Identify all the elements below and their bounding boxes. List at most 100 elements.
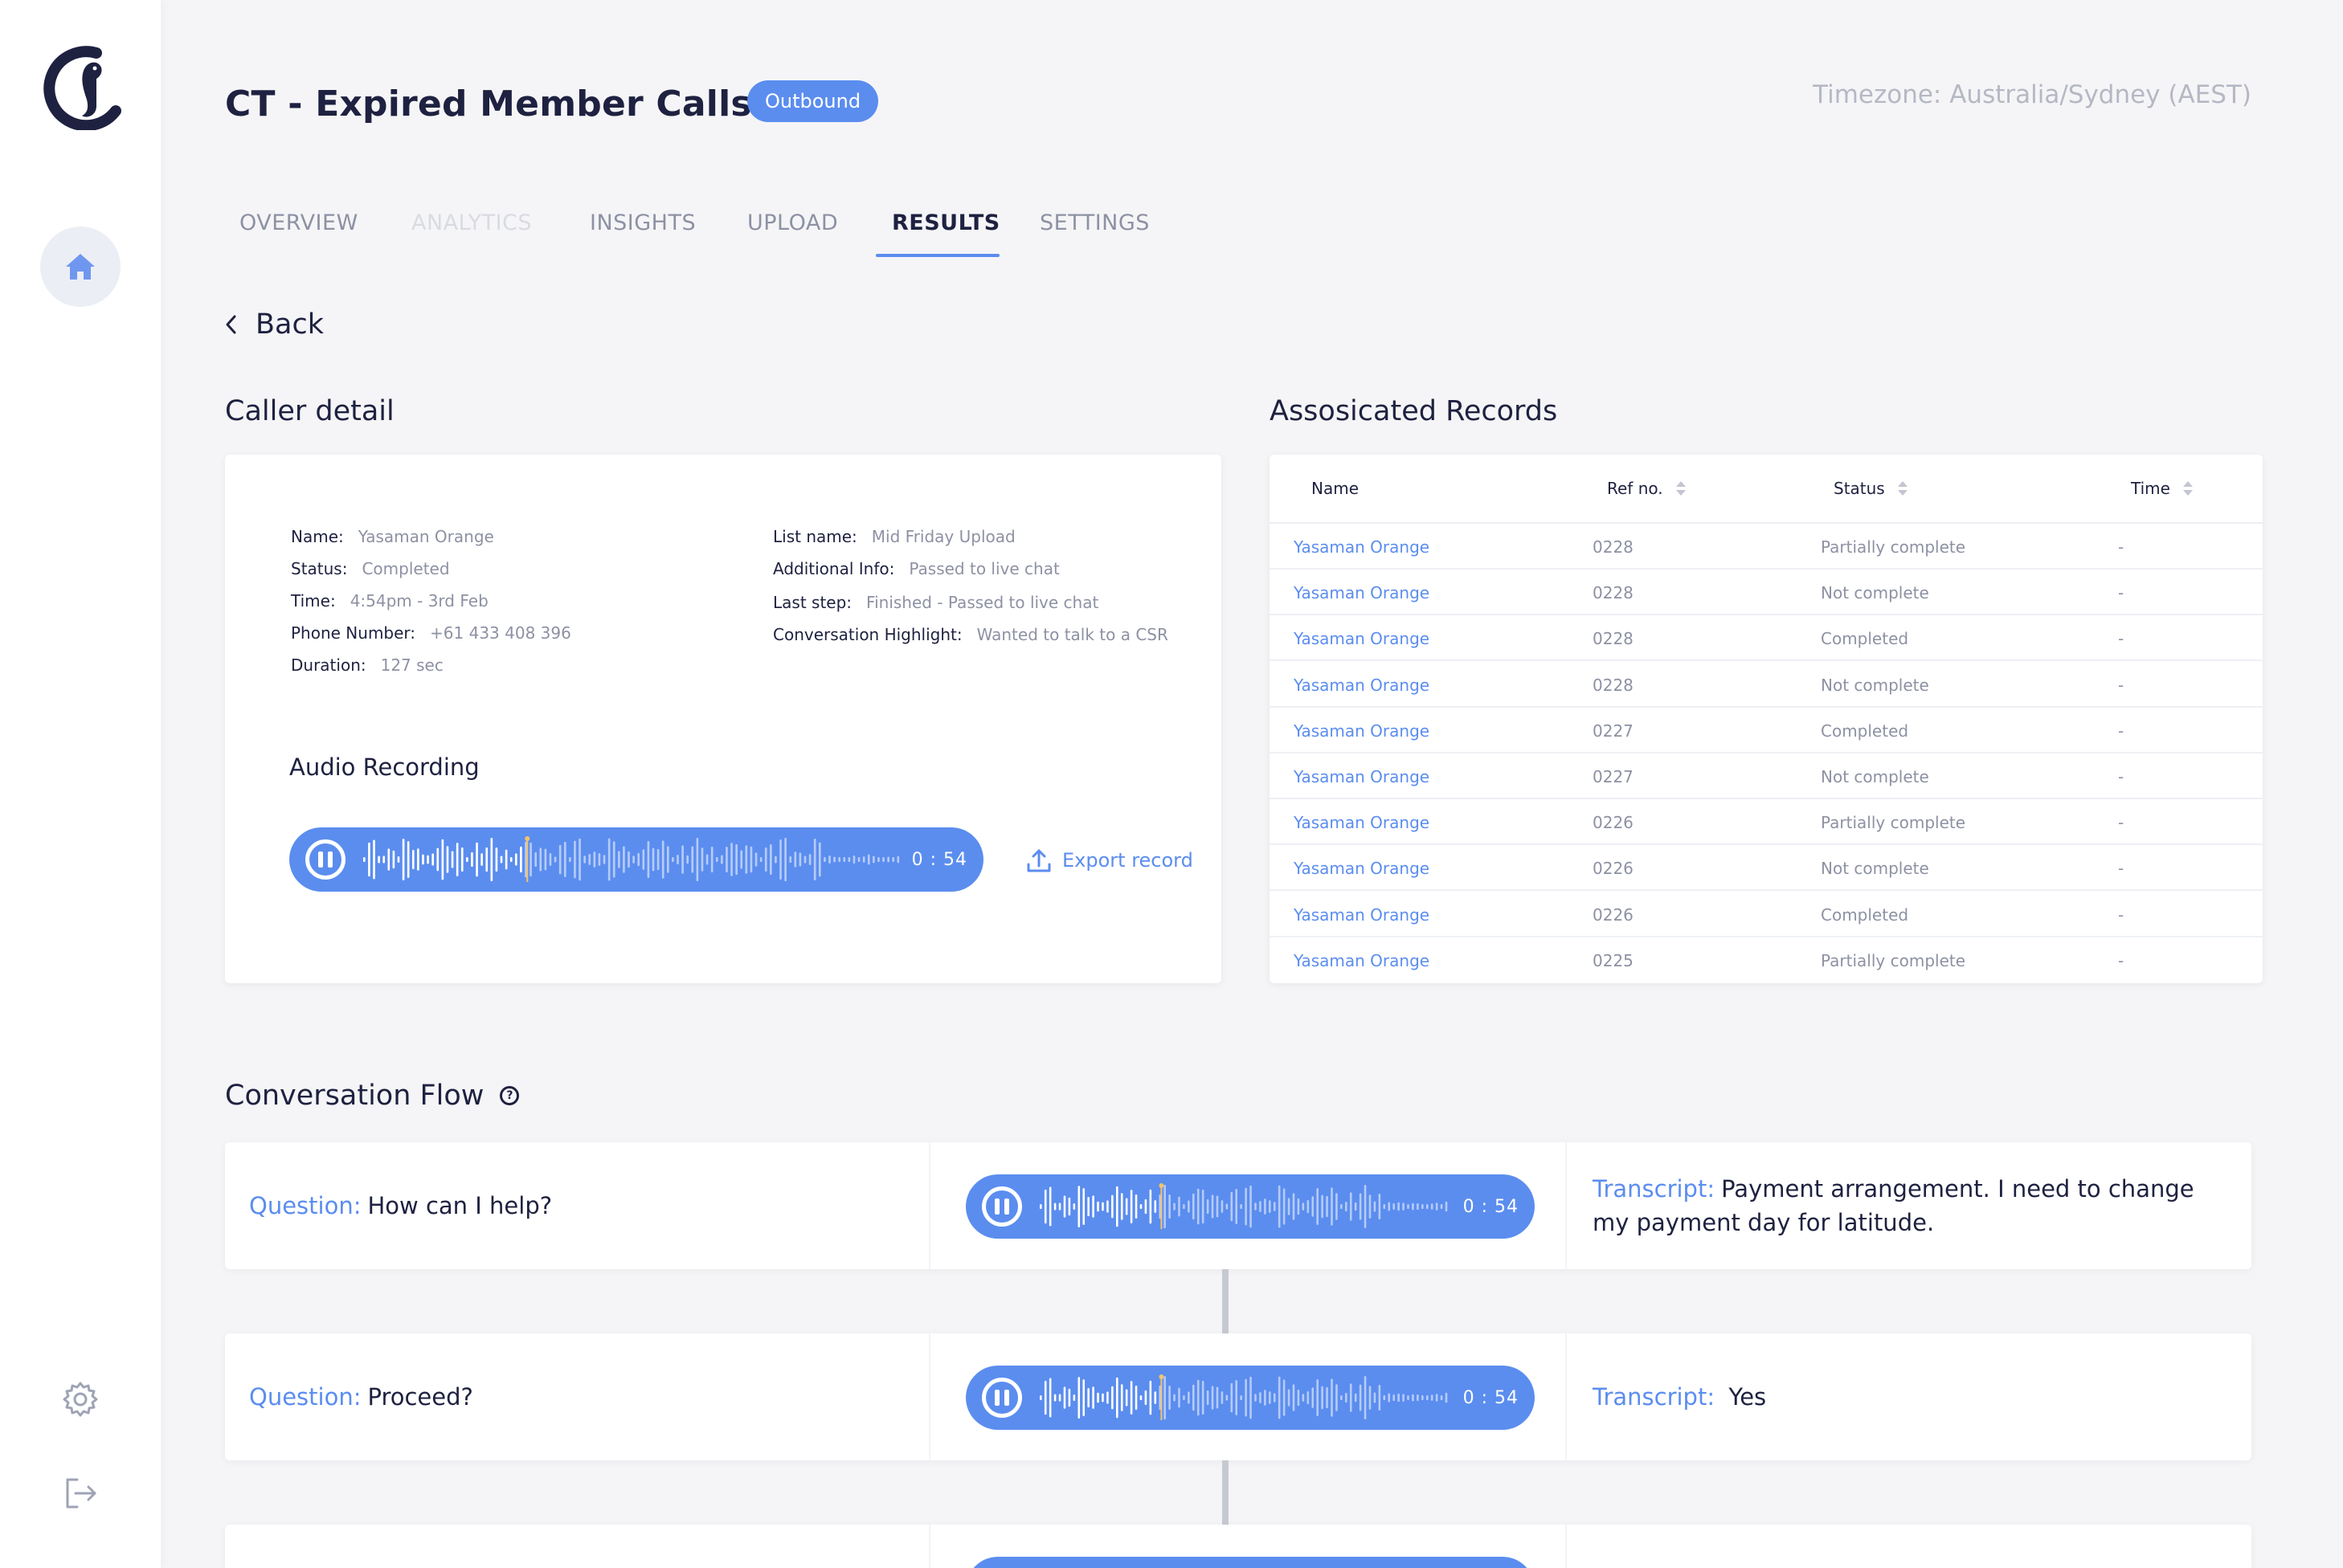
flow-audio-player[interactable]: 0 : 54	[966, 1366, 1535, 1430]
record-ref: 0228	[1593, 583, 1634, 603]
table-row[interactable]: Yasaman Orange 0227 Completed -	[1270, 708, 2263, 753]
tab-results[interactable]: RESULTS	[892, 210, 1000, 248]
column-header-status[interactable]: Status	[1834, 479, 1908, 498]
table-row[interactable]: Yasaman Orange 0228 Partially complete -	[1270, 524, 2263, 570]
record-ref: 0227	[1593, 767, 1634, 786]
column-header-ref[interactable]: Ref no.	[1607, 479, 1686, 498]
record-status: Not complete	[1821, 583, 1929, 603]
record-name-link[interactable]: Yasaman Orange	[1294, 629, 1429, 648]
tab-analytics: ANALYTICS	[411, 210, 533, 235]
record-status: Not complete	[1821, 767, 1929, 786]
record-name-link[interactable]: Yasaman Orange	[1294, 676, 1429, 695]
caller-detail-title: Caller detail	[225, 395, 395, 427]
table-header: Name Ref no. Status Time	[1270, 455, 2263, 524]
record-name-link[interactable]: Yasaman Orange	[1294, 583, 1429, 602]
flow-question: Question: How can I help?	[249, 1192, 553, 1219]
record-ref: 0228	[1593, 537, 1634, 557]
record-status: Not complete	[1821, 859, 1929, 879]
flow-step	[225, 1525, 2251, 1568]
caller-detail-card: Name: Yasaman Orange Status: Completed Tim…	[225, 455, 1221, 983]
audio-player[interactable]: 0 : 54	[289, 827, 983, 892]
upload-icon	[1027, 849, 1051, 872]
record-ref: 0228	[1593, 629, 1634, 649]
nav-home-button[interactable]	[40, 227, 121, 307]
flow-connector	[1222, 1460, 1229, 1525]
audio-time: 0 : 54	[1462, 1196, 1519, 1217]
record-status: Completed	[1821, 904, 1909, 925]
tab-upload[interactable]: UPLOAD	[747, 210, 838, 248]
record-name-link[interactable]: Yasaman Orange	[1294, 537, 1429, 557]
record-name-link[interactable]: Yasaman Orange	[1294, 951, 1429, 970]
table-row[interactable]: Yasaman Orange 0227 Not complete -	[1270, 753, 2263, 799]
audio-waveform[interactable]	[363, 835, 902, 884]
table-row[interactable]: Yasaman Orange 0228 Not complete -	[1270, 570, 2263, 616]
export-record-button[interactable]: Export record	[1025, 847, 1193, 874]
pause-icon[interactable]	[305, 839, 346, 880]
table-row[interactable]: Yasaman Orange 0228 Completed -	[1270, 615, 2263, 662]
audio-waveform[interactable]	[1040, 1182, 1454, 1231]
conversation-flow-label: Conversation Flow	[225, 1080, 485, 1112]
record-name-link[interactable]: Yasaman Orange	[1294, 721, 1429, 741]
associated-records-title: Assosicated Records	[1270, 395, 1558, 427]
sidebar	[0, 0, 161, 1568]
caller-duration-field: Duration: 127 sec	[291, 655, 444, 675]
gear-icon[interactable]	[61, 1380, 100, 1419]
caller-time-field: Time: 4:54pm - 3rd Feb	[291, 591, 489, 610]
sort-icon[interactable]	[1675, 481, 1686, 496]
conversation-highlight-field: Conversation Highlight: Wanted to talk to…	[773, 625, 1168, 644]
flow-transcript: Transcript: Payment arrangement. I need t…	[1593, 1175, 2194, 1236]
record-name-link[interactable]: Yasaman Orange	[1294, 767, 1429, 786]
flow-step: Question: How can I help? 0 : 54 Transcri…	[225, 1142, 2251, 1269]
record-time: -	[2118, 904, 2124, 925]
logout-icon[interactable]	[63, 1475, 100, 1512]
back-button[interactable]: Back	[223, 308, 324, 341]
record-status: Partially complete	[1821, 813, 1966, 833]
caller-phone-field: Phone Number: +61 433 408 396	[291, 623, 571, 643]
record-ref: 0226	[1593, 813, 1634, 833]
record-time: -	[2118, 629, 2124, 649]
record-time: -	[2118, 537, 2124, 557]
flow-audio-player[interactable]: 0 : 54	[966, 1174, 1535, 1239]
table-row[interactable]: Yasaman Orange 0226 Completed -	[1270, 892, 2263, 937]
table-row[interactable]: Yasaman Orange 0226 Not complete -	[1270, 845, 2263, 892]
record-time: -	[2118, 675, 2124, 695]
meerkat-logo-icon[interactable]	[39, 42, 122, 130]
record-ref: 0228	[1593, 675, 1634, 695]
sort-icon[interactable]	[1897, 481, 1908, 496]
record-name-link[interactable]: Yasaman Orange	[1294, 813, 1429, 832]
audio-time: 0 : 54	[911, 849, 967, 870]
sort-icon[interactable]	[2182, 481, 2193, 496]
flow-audio-player[interactable]	[966, 1557, 1535, 1568]
back-label: Back	[256, 308, 324, 341]
record-name-link[interactable]: Yasaman Orange	[1294, 905, 1429, 925]
tab-overview[interactable]: OVERVIEW	[239, 210, 358, 248]
audio-waveform[interactable]	[1040, 1374, 1454, 1422]
home-icon	[66, 254, 95, 280]
help-icon[interactable]: ?	[500, 1086, 520, 1105]
record-time: -	[2118, 813, 2124, 833]
audio-time: 0 : 54	[1462, 1387, 1519, 1408]
column-header-name: Name	[1311, 479, 1360, 498]
flow-transcript: Transcript: Yes	[1593, 1383, 1767, 1411]
list-name-field: List name: Mid Friday Upload	[773, 527, 1016, 546]
table-row[interactable]: Yasaman Orange 0226 Partially complete -	[1270, 799, 2263, 846]
record-name-link[interactable]: Yasaman Orange	[1294, 859, 1429, 878]
tab-settings[interactable]: SETTINGS	[1040, 210, 1150, 248]
pause-icon[interactable]	[982, 1186, 1022, 1227]
table-row[interactable]: Yasaman Orange 0228 Not complete -	[1270, 662, 2263, 708]
table-row[interactable]: Yasaman Orange 0225 Partially complete -	[1270, 937, 2263, 983]
record-time: -	[2118, 721, 2124, 741]
pause-icon[interactable]	[982, 1378, 1022, 1418]
export-record-label: Export record	[1062, 849, 1193, 872]
chevron-left-icon	[226, 315, 236, 334]
additional-info-field: Additional Info: Passed to live chat	[773, 559, 1060, 578]
record-status: Partially complete	[1821, 537, 1966, 557]
last-step-field: Last step: Finished - Passed to live chat	[773, 593, 1099, 612]
tab-insights[interactable]: INSIGHTS	[590, 210, 696, 248]
flow-question: Question: Proceed?	[249, 1383, 473, 1411]
call-direction-badge: Outbound	[747, 80, 879, 122]
column-header-time[interactable]: Time	[2131, 479, 2193, 498]
record-status: Not complete	[1821, 675, 1929, 695]
record-time: -	[2118, 767, 2124, 786]
conversation-flow-title: Conversation Flow ?	[225, 1080, 520, 1112]
